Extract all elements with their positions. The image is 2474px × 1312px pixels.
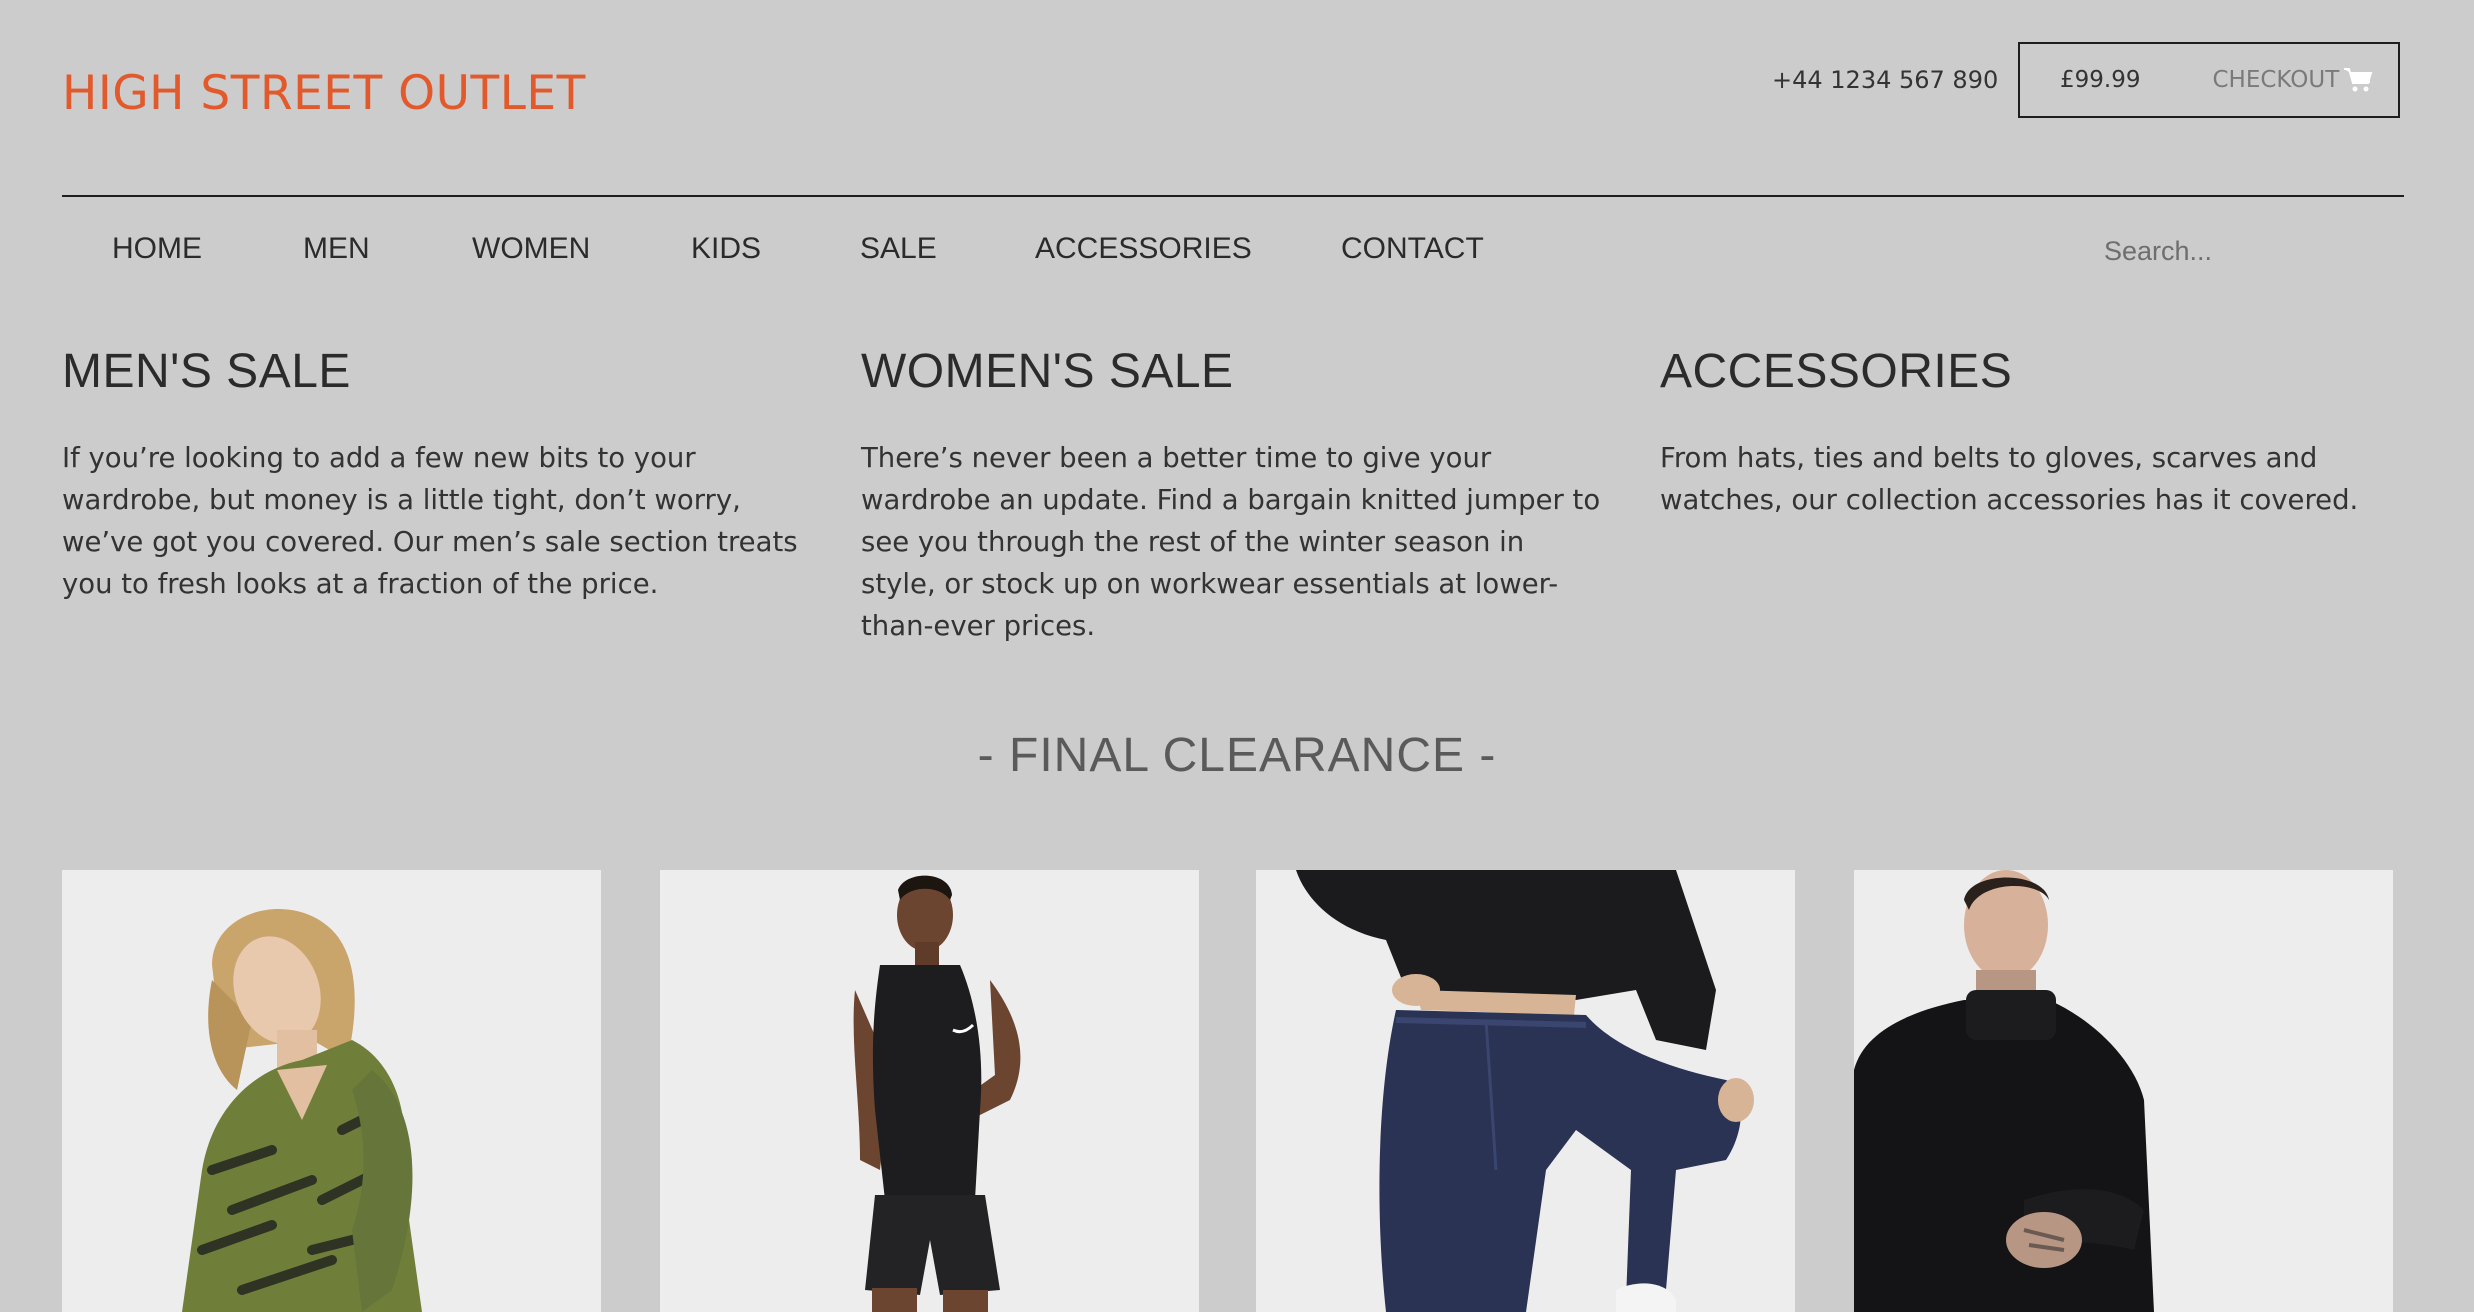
womens-sale-text: There’s never been a better time to give… — [861, 442, 1601, 642]
product-image-jeans — [1256, 870, 1795, 1312]
product-image-black-vest — [660, 870, 1199, 1312]
checkout-label: CHECKOUT — [2212, 67, 2340, 93]
final-clearance-heading: - FINAL CLEARANCE - — [977, 729, 1497, 782]
mens-sale-text: If you’re looking to add a few new bits … — [62, 442, 798, 600]
shopping-cart-icon — [2344, 68, 2373, 92]
mens-sale-section: MEN'S SALE If you’re looking to add a fe… — [62, 344, 814, 605]
accessories-section: ACCESSORIES From hats, ties and belts to… — [1660, 344, 2420, 521]
product-card[interactable] — [1854, 870, 2393, 1312]
nav-contact[interactable]: CONTACT — [1341, 232, 1484, 266]
nav-women[interactable]: WOMEN — [472, 232, 590, 266]
phone-number: +44 1234 567 890 — [1772, 66, 1999, 94]
cart-total: £99.99 — [2060, 67, 2141, 93]
header-divider — [62, 195, 2404, 197]
womens-sale-title[interactable]: WOMEN'S SALE — [861, 344, 1601, 399]
accessories-text: From hats, ties and belts to gloves, sca… — [1660, 442, 2359, 516]
womens-sale-section: WOMEN'S SALE There’s never been a better… — [861, 344, 1601, 647]
nav-home[interactable]: HOME — [112, 232, 202, 266]
product-card[interactable] — [1256, 870, 1795, 1312]
product-card[interactable] — [62, 870, 601, 1312]
nav-accessories[interactable]: ACCESSORIES — [1035, 232, 1252, 266]
mens-sale-title[interactable]: MEN'S SALE — [62, 344, 814, 399]
cart-box: £99.99 CHECKOUT — [2018, 42, 2400, 118]
checkout-button[interactable]: CHECKOUT — [2212, 66, 2373, 94]
product-image-turtleneck — [1854, 870, 2393, 1312]
accessories-title[interactable]: ACCESSORIES — [1660, 344, 2420, 399]
nav-kids[interactable]: KIDS — [691, 232, 761, 266]
nav-men[interactable]: MEN — [303, 232, 370, 266]
product-card[interactable] — [660, 870, 1199, 1312]
nav-sale[interactable]: SALE — [860, 232, 937, 266]
search-input[interactable] — [2090, 226, 2428, 276]
site-logo[interactable]: HIGH STREET OUTLET — [62, 66, 586, 121]
product-image-green-dress — [62, 870, 601, 1312]
